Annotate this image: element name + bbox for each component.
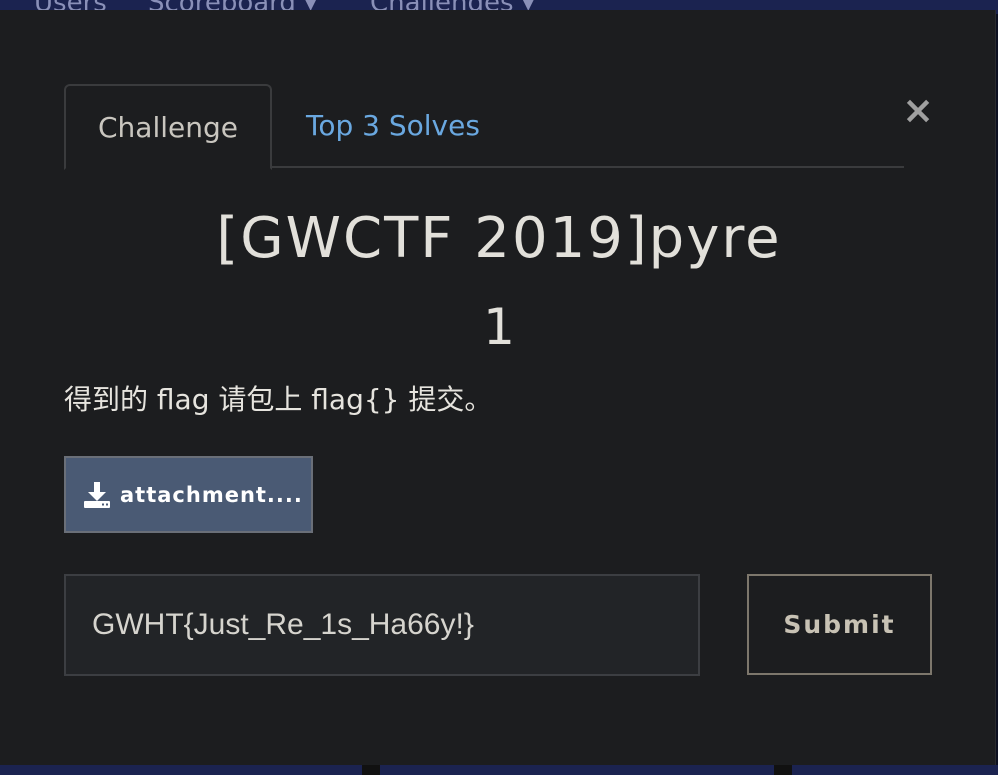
download-icon xyxy=(84,481,110,508)
modal-tabs: Challenge Top 3 Solves xyxy=(64,84,904,170)
challenge-modal: Challenge Top 3 Solves × [GWCTF 2019]pyr… xyxy=(0,10,996,765)
challenge-title: [GWCTF 2019]pyre xyxy=(216,206,782,271)
challenge-value: 1 xyxy=(483,298,515,356)
attachment-label: attachment.... xyxy=(120,482,303,507)
tab-challenge[interactable]: Challenge xyxy=(64,84,272,170)
attachment-download-button[interactable]: attachment.... xyxy=(64,456,313,533)
submit-button[interactable]: Submit xyxy=(747,574,932,675)
bottom-page-strip xyxy=(0,765,998,775)
tab-top-solves[interactable]: Top 3 Solves xyxy=(306,84,480,168)
bottom-divider-left xyxy=(362,765,380,775)
flag-input[interactable] xyxy=(64,574,700,676)
close-icon[interactable]: × xyxy=(902,90,934,130)
bottom-divider-right xyxy=(774,765,792,775)
challenge-description: 得到的 flag 请包上 flag{} 提交。 xyxy=(64,383,493,416)
